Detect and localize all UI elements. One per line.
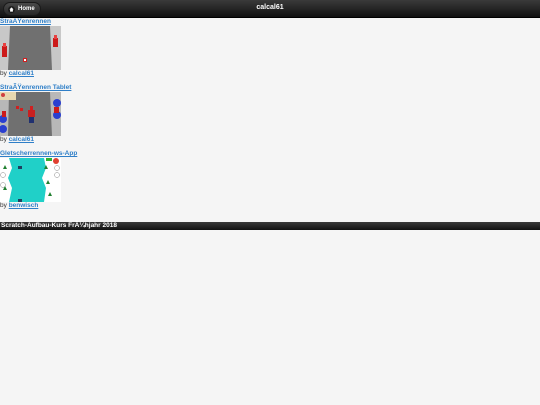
- author-link[interactable]: calcal61: [9, 70, 34, 77]
- author-link[interactable]: benwisch: [9, 202, 39, 209]
- project-title-link[interactable]: StraÃŸenrennen Tablet: [0, 84, 540, 92]
- by-label: by: [0, 136, 7, 143]
- page-title: calcal61: [256, 4, 284, 11]
- top-bar: Home calcal61: [0, 0, 540, 18]
- project-item: StraÃŸenrennen Tablet by calcal61: [0, 84, 540, 144]
- by-line: by calcal61: [0, 70, 540, 78]
- project-list: StraÃŸenrennen by calcal61 StraÃŸenrenne…: [0, 18, 540, 210]
- author-link[interactable]: calcal61: [9, 136, 34, 143]
- by-line: by benwisch: [0, 202, 540, 210]
- project-title-link[interactable]: StraÃŸenrennen: [0, 18, 540, 26]
- project-thumbnail[interactable]: [0, 158, 61, 202]
- project-item: StraÃŸenrennen by calcal61: [0, 18, 540, 78]
- by-label: by: [0, 202, 7, 209]
- project-title-link[interactable]: Gletscherrennen-ws-App: [0, 150, 540, 158]
- by-line: by calcal61: [0, 136, 540, 144]
- project-thumbnail[interactable]: [0, 26, 61, 70]
- project-thumbnail[interactable]: [0, 92, 61, 136]
- project-item: Gletscherrennen-ws-App by benwisch: [0, 150, 540, 210]
- by-label: by: [0, 70, 7, 77]
- footer-bar: Scratch-Aufbau-Kurs FrÃ¼hjahr 2018: [0, 222, 540, 230]
